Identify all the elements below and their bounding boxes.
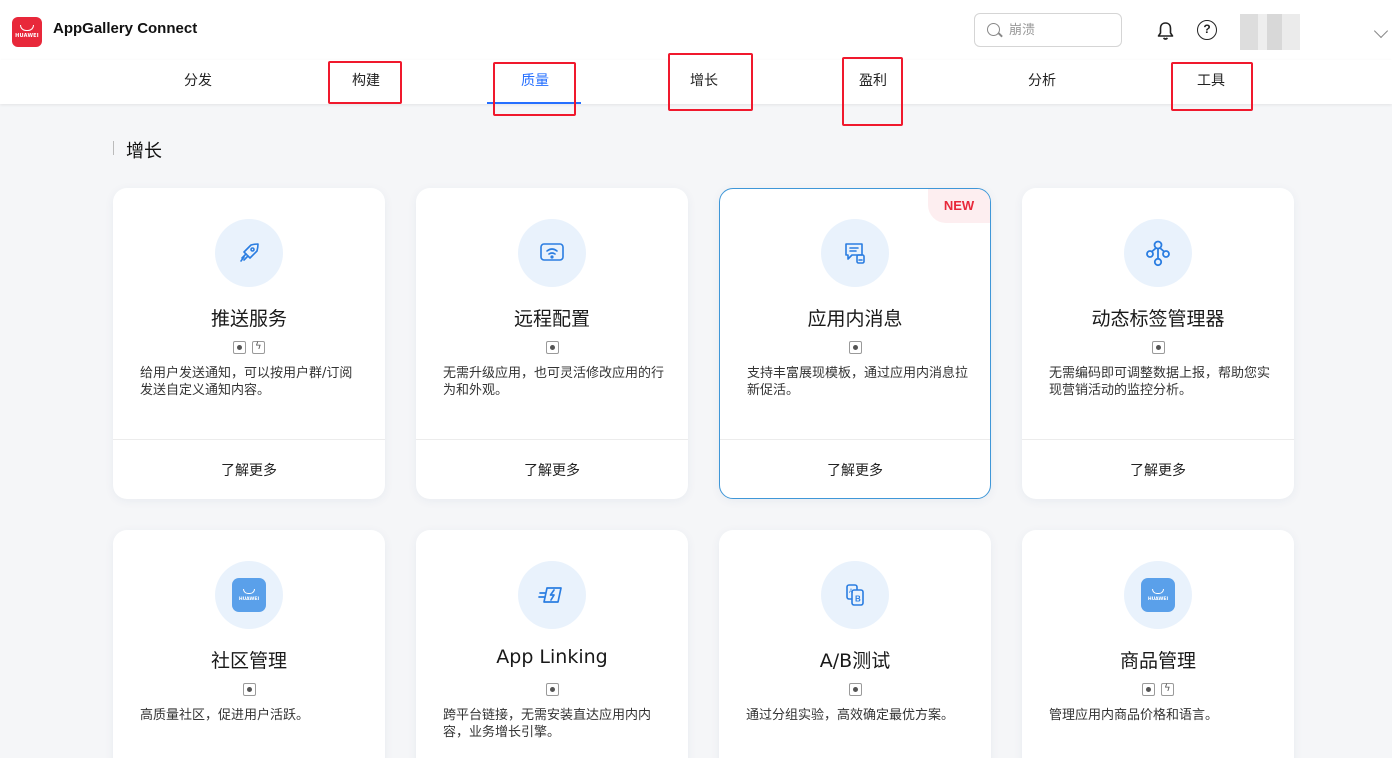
tab-analytics[interactable]: 分析 <box>1028 70 1056 90</box>
android-icon <box>848 683 862 696</box>
card-description: 通过分组实验，高效确定最优方案。 <box>746 708 955 723</box>
android-icon <box>848 341 862 354</box>
card-title: A/B测试 <box>819 650 891 672</box>
message-icon <box>821 219 889 287</box>
card-title: 应用内消息 <box>807 308 903 330</box>
active-tab-indicator <box>487 102 581 104</box>
tab-grow[interactable]: 增长 <box>690 70 718 90</box>
card-description: 无需编码即可调整数据上报，帮助您实现营销活动的监控分析。 <box>1049 366 1271 398</box>
help-icon[interactable]: ? <box>1197 20 1217 40</box>
platform-badges <box>719 683 991 696</box>
learn-more-link[interactable]: 了解更多 <box>416 460 688 480</box>
android-icon <box>1151 341 1165 354</box>
card-product-management[interactable]: HUAWEI 商品管理 管理应用内商品价格和语言。 <box>1022 530 1294 758</box>
svg-text:A: A <box>849 589 853 595</box>
card-remote-config[interactable]: 远程配置 无需升级应用，也可灵活修改应用的行为和外观。 了解更多 <box>416 188 688 499</box>
card-in-app-messaging[interactable]: NEW 应用内消息 支持丰富展现模板，通过应用内消息拉新促活。 了解更多 <box>719 188 991 499</box>
learn-more-link[interactable]: 了解更多 <box>720 460 990 480</box>
section-title: 增长 <box>126 141 162 162</box>
card-title: 动态标签管理器 <box>1091 308 1225 330</box>
card-description: 跨平台链接，无需安装直达应用内内容，业务增长引擎。 <box>443 708 652 740</box>
card-description: 支持丰富展现模板，通过应用内消息拉新促活。 <box>747 366 969 398</box>
card-title: App Linking <box>496 646 608 668</box>
platform-badges <box>1022 683 1294 696</box>
divider <box>1022 439 1294 440</box>
platform-badges <box>416 341 688 354</box>
tag-network-icon <box>1124 219 1192 287</box>
card-push-service[interactable]: 推送服务 给用户发送通知，可以按用户群/订阅发送自定义通知内容。 了解更多 <box>113 188 385 499</box>
android-icon <box>242 683 256 696</box>
tab-distribute[interactable]: 分发 <box>184 70 212 90</box>
android-icon <box>545 683 559 696</box>
android-icon <box>233 341 246 354</box>
card-dynamic-tag-manager[interactable]: 动态标签管理器 无需编码即可调整数据上报，帮助您实现营销活动的监控分析。 了解更… <box>1022 188 1294 499</box>
brand-title[interactable]: AppGallery Connect <box>53 20 197 37</box>
learn-more-link[interactable]: 了解更多 <box>1022 460 1294 480</box>
main-nav: 分发 构建 质量 增长 盈利 分析 工具 <box>0 60 1392 104</box>
divider <box>113 439 385 440</box>
tab-quality[interactable]: 质量 <box>521 70 549 90</box>
search-icon <box>987 23 1000 36</box>
ab-test-icon: B A <box>821 561 889 629</box>
tab-build[interactable]: 构建 <box>352 70 380 90</box>
card-title: 商品管理 <box>1119 650 1196 672</box>
android-icon <box>1142 683 1155 696</box>
card-community-management[interactable]: HUAWEI 社区管理 高质量社区，促进用户活跃。 <box>113 530 385 758</box>
platform-badges <box>113 683 385 696</box>
card-title: 推送服务 <box>210 308 287 330</box>
divider <box>720 439 990 440</box>
divider <box>416 439 688 440</box>
card-description: 高质量社区，促进用户活跃。 <box>140 708 310 723</box>
tab-earn[interactable]: 盈利 <box>859 70 887 90</box>
bell-icon[interactable] <box>1157 21 1174 41</box>
card-title: 远程配置 <box>513 308 590 330</box>
app-linking-icon <box>518 561 586 629</box>
search-input[interactable] <box>1009 21 1109 39</box>
tab-tools[interactable]: 工具 <box>1197 70 1225 90</box>
card-ab-testing[interactable]: B A A/B测试 通过分组实验，高效确定最优方案。 <box>719 530 991 758</box>
svg-text:B: B <box>855 595 861 604</box>
android-icon <box>545 341 559 354</box>
platform-badges <box>416 683 688 696</box>
huawei-icon: HUAWEI <box>215 561 283 629</box>
huawei-icon: HUAWEI <box>1124 561 1192 629</box>
card-title: 社区管理 <box>210 650 287 672</box>
platform-badges <box>1022 341 1294 354</box>
chevron-down-icon[interactable] <box>1373 23 1389 39</box>
section-marker <box>113 141 114 155</box>
huawei-logo-icon[interactable]: HUAWEI <box>12 17 42 47</box>
avatar[interactable] <box>1240 14 1300 50</box>
card-app-linking[interactable]: App Linking 跨平台链接，无需安装直达应用内内容，业务增长引擎。 <box>416 530 688 758</box>
search-box[interactable] <box>974 13 1122 47</box>
learn-more-link[interactable]: 了解更多 <box>113 460 385 480</box>
rocket-icon <box>215 219 283 287</box>
remote-config-icon <box>518 219 586 287</box>
card-description: 管理应用内商品价格和语言。 <box>1049 708 1219 723</box>
quick-app-icon <box>1161 683 1174 696</box>
quick-app-icon <box>252 341 265 354</box>
card-description: 给用户发送通知，可以按用户群/订阅发送自定义通知内容。 <box>140 366 353 398</box>
new-badge: NEW <box>928 189 990 223</box>
platform-badges <box>720 341 990 354</box>
platform-badges <box>113 341 385 354</box>
card-description: 无需升级应用，也可灵活修改应用的行为和外观。 <box>443 366 665 398</box>
top-bar: HUAWEI AppGallery Connect ? <box>0 0 1392 60</box>
